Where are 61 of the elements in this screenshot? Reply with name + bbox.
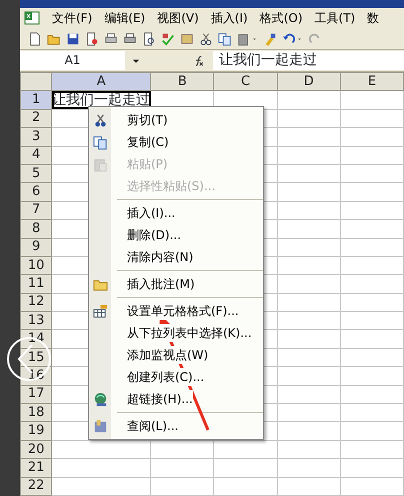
menu-item[interactable]: 编辑(E) xyxy=(100,9,154,27)
menu-item[interactable]: 删除(D)... xyxy=(127,226,182,244)
column-header[interactable]: B xyxy=(150,72,214,91)
menu-item[interactable]: 文件(F) xyxy=(48,9,100,27)
name-box[interactable]: A1 xyxy=(20,51,125,70)
function-icon[interactable] xyxy=(193,54,205,66)
menu-item[interactable]: 清除内容(N) xyxy=(127,248,194,266)
row-header[interactable]: 13 xyxy=(20,312,52,330)
printer-icon[interactable] xyxy=(104,32,118,46)
column-header[interactable]: A xyxy=(52,72,151,91)
row-header[interactable]: 20 xyxy=(20,440,52,459)
formula-field[interactable]: 让我们一起走过 xyxy=(213,51,404,70)
row-header[interactable]: 22 xyxy=(20,477,52,496)
row-header[interactable]: 18 xyxy=(20,404,52,422)
menu-item[interactable]: 超链接(H)... xyxy=(127,390,193,408)
row-header[interactable]: 3 xyxy=(20,128,52,146)
new-document-icon[interactable] xyxy=(28,32,42,46)
row-header[interactable]: 1 xyxy=(20,90,52,110)
column-header[interactable]: E xyxy=(340,72,404,91)
copy-icon[interactable] xyxy=(218,32,232,46)
menu-item[interactable]: 数 xyxy=(363,9,388,27)
column-header[interactable]: C xyxy=(214,72,278,91)
menu-item[interactable]: 工具(T) xyxy=(310,9,364,27)
save-icon[interactable] xyxy=(66,32,80,46)
row-header[interactable]: 7 xyxy=(20,201,52,220)
row-header[interactable]: 6 xyxy=(20,182,52,202)
spreadsheet-icon[interactable] xyxy=(24,10,40,26)
menu-item[interactable]: 格式(O) xyxy=(256,9,311,27)
menu-item[interactable]: 剪切(T) xyxy=(127,111,168,129)
print-preview-icon[interactable] xyxy=(142,32,156,46)
menu-item[interactable]: 创建列表(C)... xyxy=(127,368,204,386)
menu-item[interactable]: 从下拉列表中选择(K)... xyxy=(127,324,252,342)
menu-item[interactable]: 插入批注(M) xyxy=(127,275,195,293)
row-header[interactable]: 19 xyxy=(20,422,52,440)
document-icon[interactable] xyxy=(85,32,99,46)
menu-item[interactable]: 插入(I)... xyxy=(127,204,176,222)
copy-icon xyxy=(92,134,108,150)
row-header[interactable]: 5 xyxy=(20,164,52,183)
printer-icon[interactable] xyxy=(123,32,137,46)
cut-icon[interactable] xyxy=(199,32,213,46)
menu-item[interactable]: 复制(C) xyxy=(127,133,169,151)
menu-item[interactable]: 设置单元格格式(F)... xyxy=(127,302,239,320)
menu-item[interactable]: 插入(I) xyxy=(206,9,256,27)
row-header[interactable]: 10 xyxy=(20,256,52,275)
row-header[interactable]: 12 xyxy=(20,293,52,312)
menu-item[interactable]: 查阅(L)... xyxy=(127,417,178,435)
table-icon xyxy=(92,304,108,318)
row-header[interactable]: 2 xyxy=(20,109,52,128)
cut-icon xyxy=(92,112,108,128)
row-header[interactable]: 8 xyxy=(20,220,52,238)
column-header[interactable]: D xyxy=(277,72,340,91)
spelling-icon[interactable] xyxy=(161,32,175,46)
row-header[interactable]: 21 xyxy=(20,458,52,478)
menu-item[interactable]: 视图(V) xyxy=(153,9,207,27)
menu-item[interactable]: 添加监视点(W) xyxy=(127,346,208,364)
row-header[interactable]: 4 xyxy=(20,146,52,164)
row-header[interactable]: 9 xyxy=(20,238,52,256)
row-header[interactable]: 11 xyxy=(20,274,52,294)
format-painter-icon[interactable] xyxy=(263,32,277,46)
undo-icon[interactable] xyxy=(282,32,296,46)
row-header[interactable]: 17 xyxy=(20,385,52,404)
